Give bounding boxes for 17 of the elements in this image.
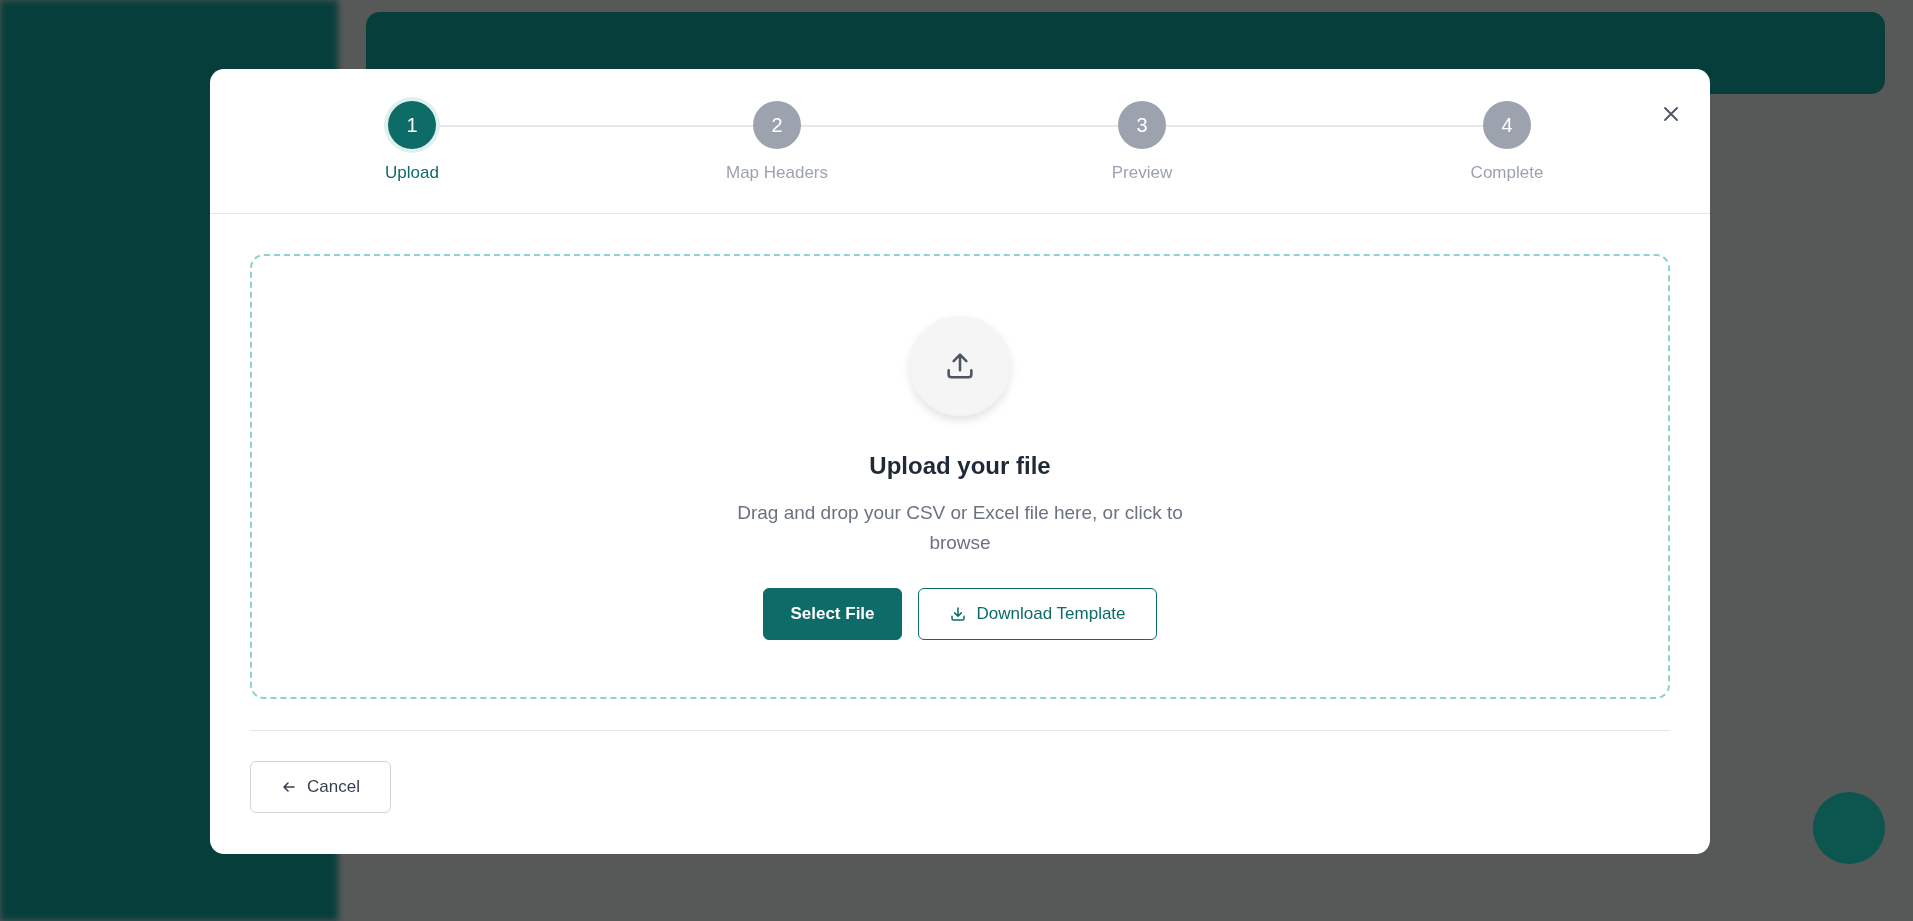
cancel-button[interactable]: Cancel	[250, 761, 391, 813]
download-template-button[interactable]: Download Template	[917, 588, 1157, 640]
step-label: Complete	[1470, 163, 1544, 183]
step-label: Map Headers	[725, 163, 829, 183]
arrow-left-icon	[281, 779, 297, 795]
dropzone-title: Upload your file	[869, 452, 1051, 480]
select-file-button[interactable]: Select File	[763, 588, 902, 640]
step-label: Preview	[1111, 163, 1173, 183]
step-number: 1	[388, 101, 436, 149]
close-icon	[1662, 105, 1680, 123]
step-number: 3	[1118, 101, 1166, 149]
download-icon	[948, 605, 967, 623]
step-label: Upload	[385, 163, 439, 183]
file-drop-zone[interactable]: Upload your file Drag and drop your CSV or Excel file here, or click to browse Select File Download Template	[250, 254, 1670, 699]
step-number: 2	[753, 101, 801, 149]
dropzone-description: Drag and drop your CSV or Excel file here, or click to browse	[736, 501, 1184, 555]
step-number: 4	[1483, 101, 1531, 149]
